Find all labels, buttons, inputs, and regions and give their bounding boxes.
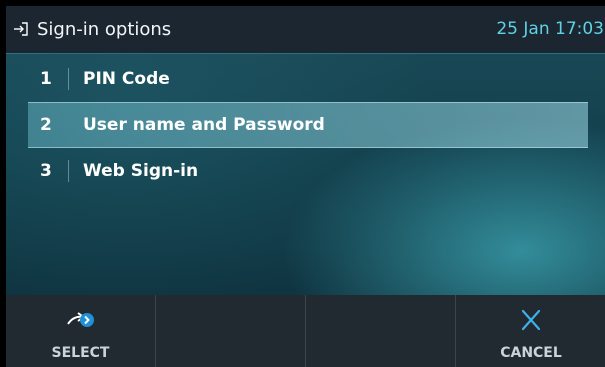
list-item-pin-code[interactable]: 1 PIN Code <box>28 56 588 102</box>
list-item-label: PIN Code <box>83 69 170 89</box>
sign-in-options-list: 1 PIN Code 2 User name and Password 3 We… <box>28 56 588 194</box>
list-item-username-password[interactable]: 2 User name and Password <box>28 102 588 148</box>
cancel-button[interactable]: CANCEL <box>456 295 605 367</box>
list-item-label: Web Sign-in <box>83 161 199 181</box>
sign-in-arrow-icon <box>14 22 28 36</box>
list-item-number: 3 <box>40 161 52 181</box>
header-bar: Sign-in options 25 Jan 17:03 <box>6 6 605 54</box>
list-item-number: 1 <box>40 69 52 89</box>
select-arrow-icon <box>66 312 94 327</box>
select-label: SELECT <box>51 345 110 361</box>
softkey-empty-3[interactable] <box>306 295 456 367</box>
select-button[interactable]: SELECT <box>6 295 156 367</box>
divider <box>68 160 69 182</box>
cancel-label: CANCEL <box>500 345 562 361</box>
divider <box>68 68 69 90</box>
softkey-empty-2[interactable] <box>156 295 306 367</box>
page-title: Sign-in options <box>37 19 172 40</box>
close-icon <box>521 309 541 331</box>
phone-screen: Sign-in options 25 Jan 17:03 1 PIN Code … <box>6 6 605 367</box>
list-item-label: User name and Password <box>83 115 325 135</box>
list-item-web-sign-in[interactable]: 3 Web Sign-in <box>28 148 588 194</box>
list-item-number: 2 <box>40 115 52 135</box>
date-time: 25 Jan 17:03 <box>496 19 604 39</box>
softkey-bar: SELECT CANCEL <box>6 295 605 367</box>
